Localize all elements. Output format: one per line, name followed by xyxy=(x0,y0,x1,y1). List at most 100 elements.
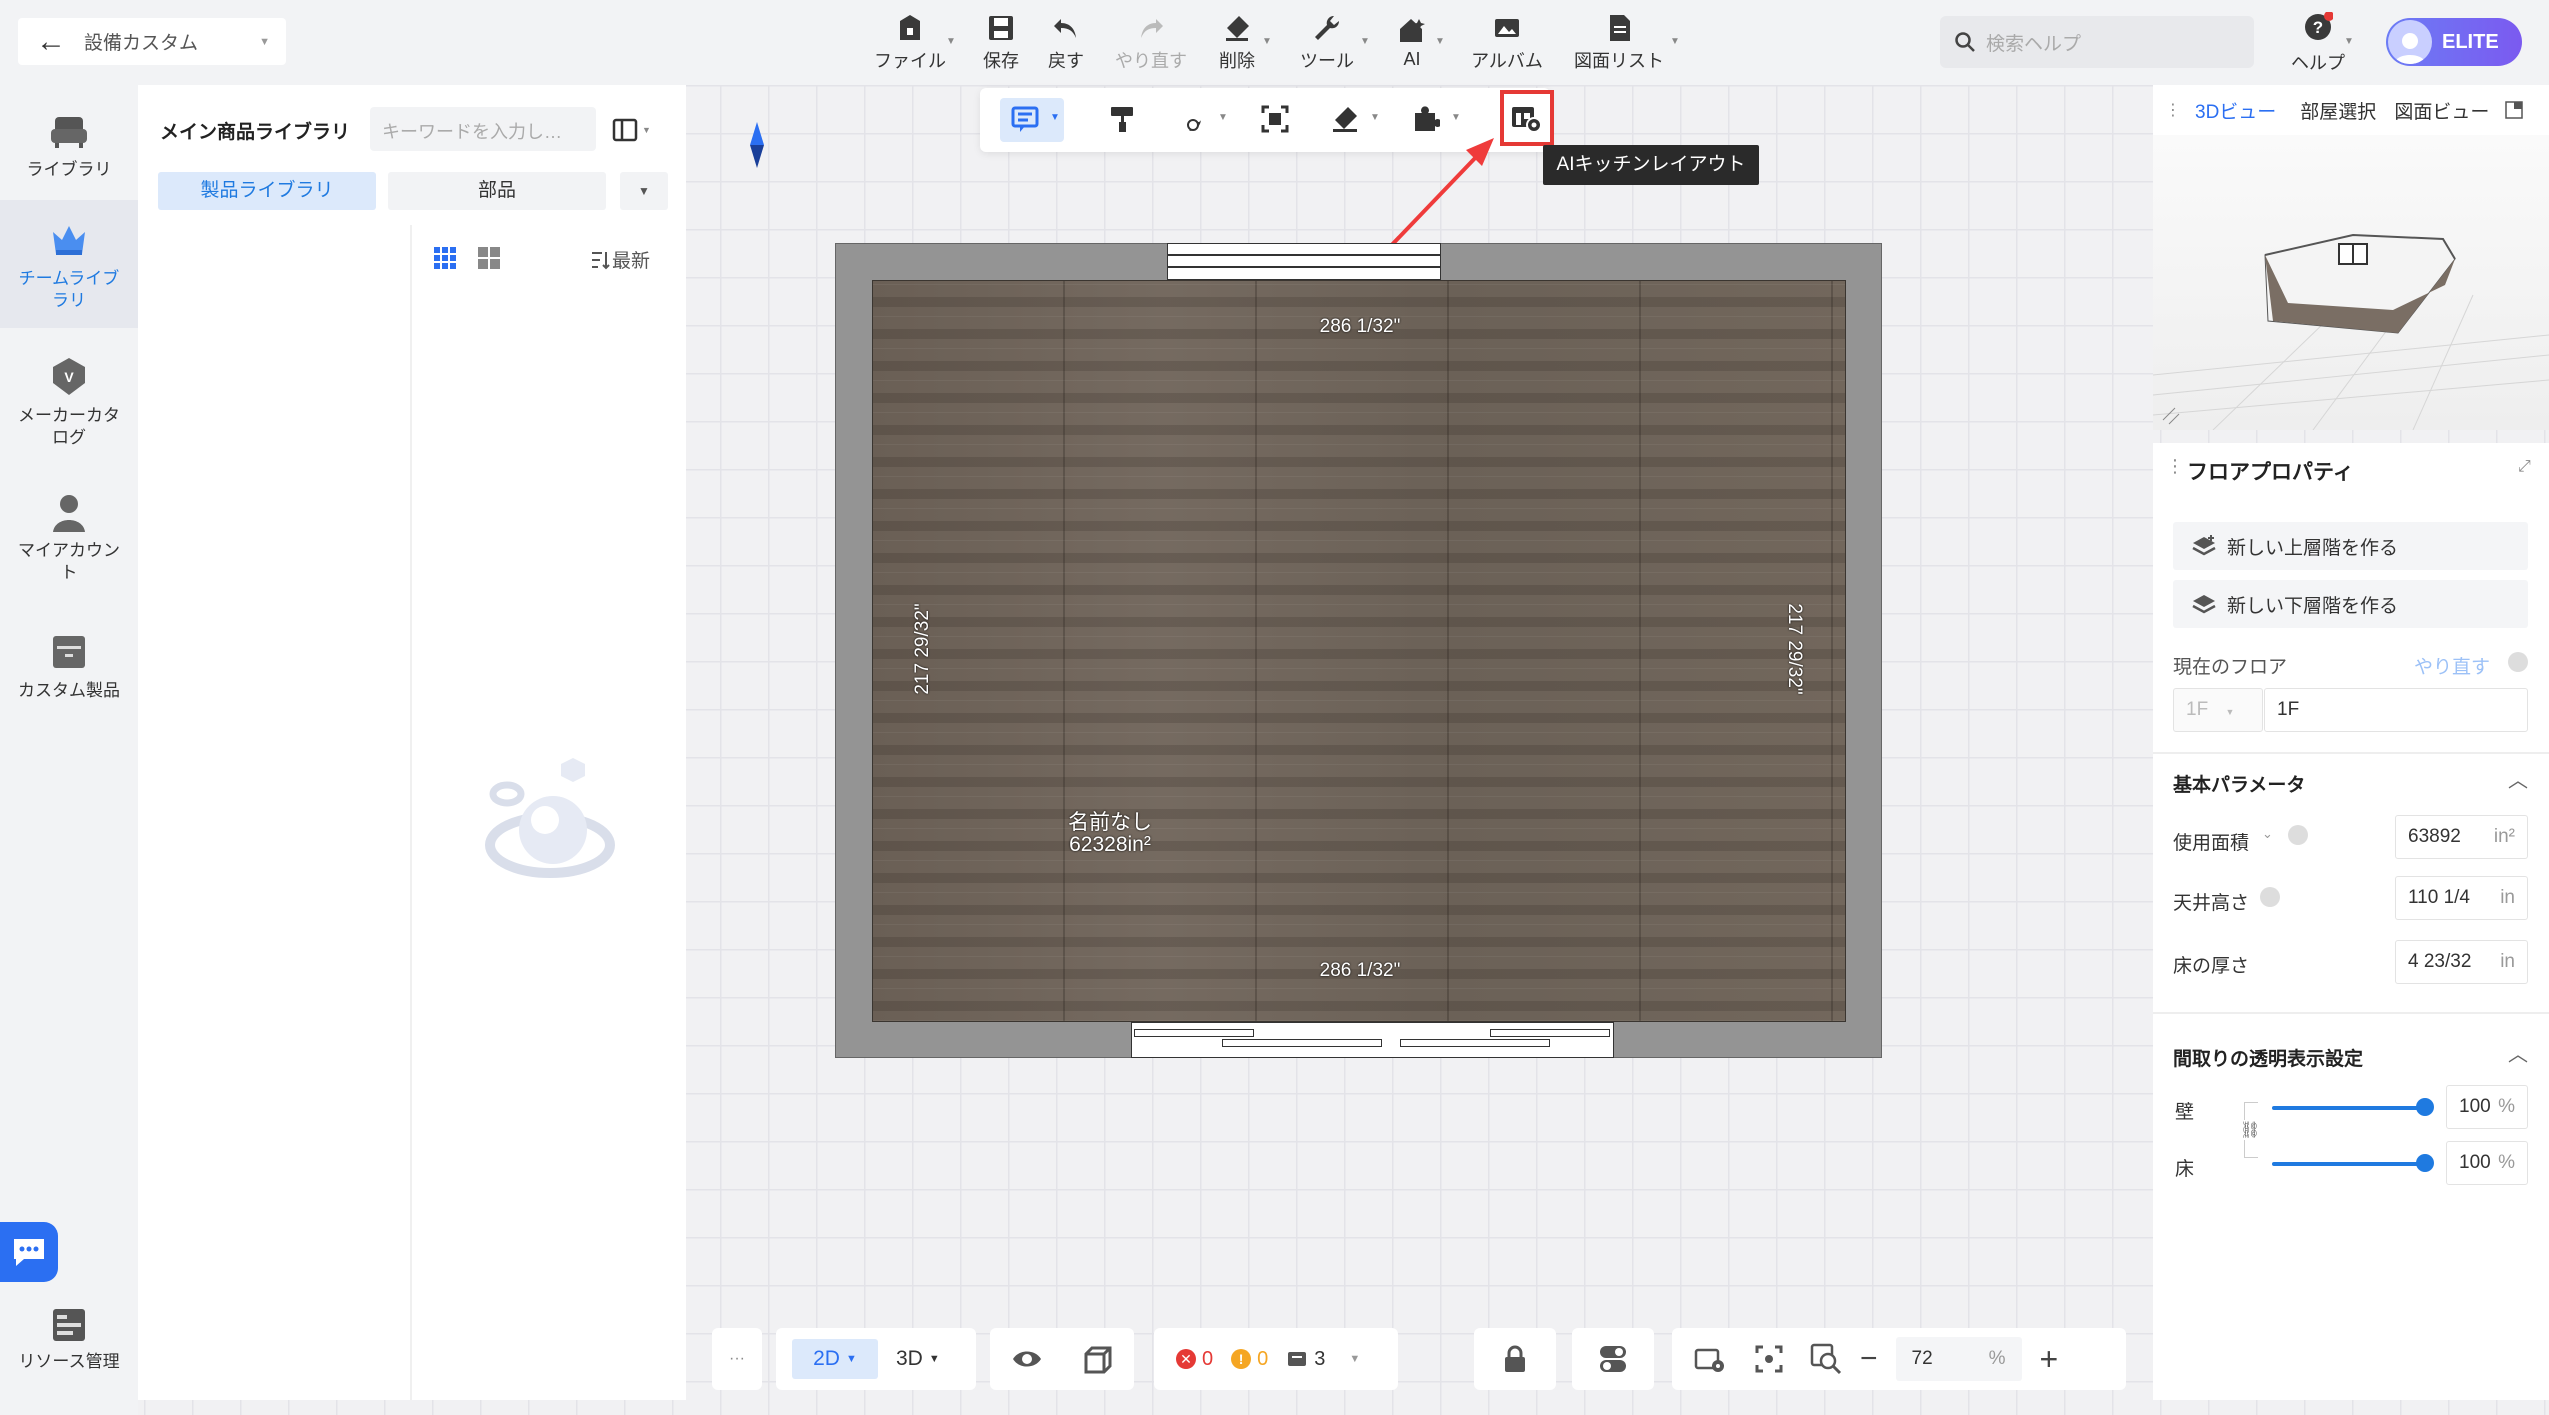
nav-resource-management[interactable]: リソース管理 xyxy=(0,1305,138,1380)
sofa-icon xyxy=(51,117,87,148)
cube-icon[interactable] xyxy=(1084,1344,1114,1374)
album-icon xyxy=(1495,18,1519,37)
tab-product-library[interactable]: 製品ライブラリ xyxy=(158,172,376,210)
library-title: メイン商品ライブラリ xyxy=(160,122,351,143)
file-button[interactable]: ファイル xyxy=(868,0,952,85)
tab-plan-view[interactable]: 図面ビュー xyxy=(2394,97,2489,124)
transparency-title: 間取りの透明表示設定 xyxy=(2173,1049,2364,1070)
save-button[interactable]: 保存 xyxy=(965,0,1037,85)
chat-button[interactable] xyxy=(0,1222,58,1282)
nav-custom-products[interactable]: カスタム製品 xyxy=(0,630,138,710)
eye-icon[interactable] xyxy=(1011,1346,1043,1372)
cabinet-icon xyxy=(53,636,85,668)
area-input[interactable]: 63892 in² xyxy=(2395,815,2528,859)
dimension-top: 286 1/32" xyxy=(1319,316,1401,337)
floor-name-input[interactable]: 1F xyxy=(2264,688,2528,732)
3d-viewport[interactable] xyxy=(2152,135,2549,431)
ceiling-height-input[interactable]: 110 1/4 in xyxy=(2395,876,2528,920)
sliding-door-bottom[interactable] xyxy=(1131,1022,1614,1058)
tab-parts[interactable]: 部品 xyxy=(388,172,606,210)
wall-slider-knob[interactable] xyxy=(2416,1098,2434,1116)
nav-vendor-catalog[interactable]: V メーカーカタログ xyxy=(0,355,138,465)
zoom-out-button[interactable]: − xyxy=(1860,1342,1878,1376)
sort-button[interactable]: 最新 xyxy=(590,246,650,273)
annotation-arrow xyxy=(1383,138,1494,254)
floor-thickness-input[interactable]: 4 23/32 in xyxy=(2395,940,2528,984)
drawing-list-icon xyxy=(1610,14,1630,41)
grid-small-view-button[interactable] xyxy=(432,245,460,273)
undo-button[interactable]: 戻す xyxy=(1030,0,1102,85)
redo-button[interactable]: やり直す xyxy=(1102,0,1200,85)
zoom-value: 72 xyxy=(1911,1348,1933,1369)
tools-button[interactable]: ツール xyxy=(1284,0,1370,85)
properties-title: フロアプロパティ xyxy=(2187,461,2354,484)
eraser-icon xyxy=(1226,15,1249,41)
tab-3d-view[interactable]: 3Dビュー xyxy=(2195,97,2276,124)
ai-house-icon xyxy=(1400,19,1425,42)
more-button[interactable]: ··· xyxy=(712,1328,762,1390)
room-floor[interactable] xyxy=(872,280,1846,1022)
keyword-search-input[interactable]: キーワードを入力し… xyxy=(370,107,596,151)
floor-slider-knob[interactable] xyxy=(2416,1154,2434,1172)
back-arrow-icon[interactable]: ← xyxy=(18,25,84,59)
current-floor-label: 現在のフロア xyxy=(2173,657,2288,678)
drag-handle-icon[interactable]: ⋮ xyxy=(2166,456,2184,477)
chat-icon xyxy=(14,1239,44,1266)
drawing-list-button[interactable]: 図面リスト xyxy=(1566,0,1672,85)
project-selector[interactable]: ← 設備カスタム ▼ xyxy=(18,18,286,65)
tabs-more-dropdown[interactable]: ▼ xyxy=(620,172,668,210)
chevron-up-icon[interactable]: ︿ xyxy=(2508,1038,2528,1067)
format-paint-icon[interactable] xyxy=(1108,104,1138,134)
chevron-down-icon: ▼ xyxy=(928,1353,940,1365)
redo-link[interactable]: やり直す xyxy=(2414,652,2490,679)
focus-icon[interactable] xyxy=(1754,1344,1784,1374)
grid-large-view-button[interactable] xyxy=(476,245,504,273)
fit-selection-icon[interactable] xyxy=(1260,104,1290,134)
zoom-input[interactable]: 72 % xyxy=(1895,1337,2022,1381)
chevron-down-icon: ▼ xyxy=(1370,112,1380,123)
dimension-left: 217 29/32" xyxy=(912,603,933,695)
status-group[interactable]: ✕ 0 ! 0 3 ▼ xyxy=(1154,1328,1398,1390)
chevron-down-icon: ▼ xyxy=(946,36,956,47)
chevron-down-icon: ▼ xyxy=(642,125,651,135)
wall-slider[interactable] xyxy=(2272,1106,2422,1110)
mode-3d-button[interactable]: 3D ▼ xyxy=(896,1347,940,1371)
chevron-down-icon: ▼ xyxy=(1218,112,1228,123)
room-label[interactable]: 名前なし 62328in² xyxy=(1030,812,1190,856)
zoom-fit-icon[interactable] xyxy=(1810,1343,1842,1375)
collapse-panel-icon[interactable] xyxy=(2505,101,2524,119)
zoom-in-button[interactable]: + xyxy=(2040,1341,2059,1378)
create-lower-floor-button[interactable]: 新しい下層階を作る xyxy=(2173,580,2528,628)
help-button[interactable]: ? ヘルプ xyxy=(2288,11,2348,74)
tab-room-select[interactable]: 部屋選択 xyxy=(2300,97,2376,124)
room-area: 62328in² xyxy=(1069,833,1151,856)
floor-select[interactable]: 1F ▼ xyxy=(2173,688,2263,732)
create-upper-floor-button[interactable]: 新しい上層階を作る xyxy=(2173,522,2528,570)
album-button[interactable]: アルバム xyxy=(1460,0,1554,85)
floor-opacity-input[interactable]: 100 % xyxy=(2446,1141,2528,1185)
layout-toggle-button[interactable]: ▼ xyxy=(612,112,664,148)
room-select-icon xyxy=(1011,106,1039,132)
nav-my-account[interactable]: マイアカウント xyxy=(0,490,138,600)
layer-count: 3 xyxy=(1314,1347,1326,1370)
nav-library[interactable]: ライブラリ xyxy=(0,105,138,195)
toggle-button[interactable] xyxy=(1572,1328,1654,1390)
brush-edit-icon[interactable] xyxy=(1330,104,1360,134)
chevron-up-icon[interactable]: ︿ xyxy=(2508,764,2528,793)
material-palette-icon[interactable] xyxy=(1174,104,1204,134)
mode-2d-button[interactable]: 2D ▼ xyxy=(792,1339,878,1379)
window-top[interactable] xyxy=(1167,243,1441,280)
link-icon[interactable]: ⛓ xyxy=(2240,1120,2261,1140)
help-search-input[interactable]: 検索ヘルプ xyxy=(1940,16,2254,68)
lock-button[interactable] xyxy=(1474,1328,1556,1390)
floor-slider[interactable] xyxy=(2272,1162,2422,1166)
undo-label: 戻す xyxy=(1048,50,1084,71)
expand-icon[interactable]: ⤢ xyxy=(2518,458,2531,476)
drag-handle-icon[interactable]: ⋮ xyxy=(2165,100,2181,120)
camera-settings-icon[interactable] xyxy=(1694,1344,1728,1374)
tools-label: ツール xyxy=(1300,50,1354,71)
nav-team-library[interactable]: チームライブラリ xyxy=(0,200,138,328)
wall-opacity-input[interactable]: 100 % xyxy=(2446,1085,2528,1129)
user-badge[interactable]: ELITE xyxy=(2386,18,2522,66)
compass-icon[interactable] xyxy=(748,120,766,170)
